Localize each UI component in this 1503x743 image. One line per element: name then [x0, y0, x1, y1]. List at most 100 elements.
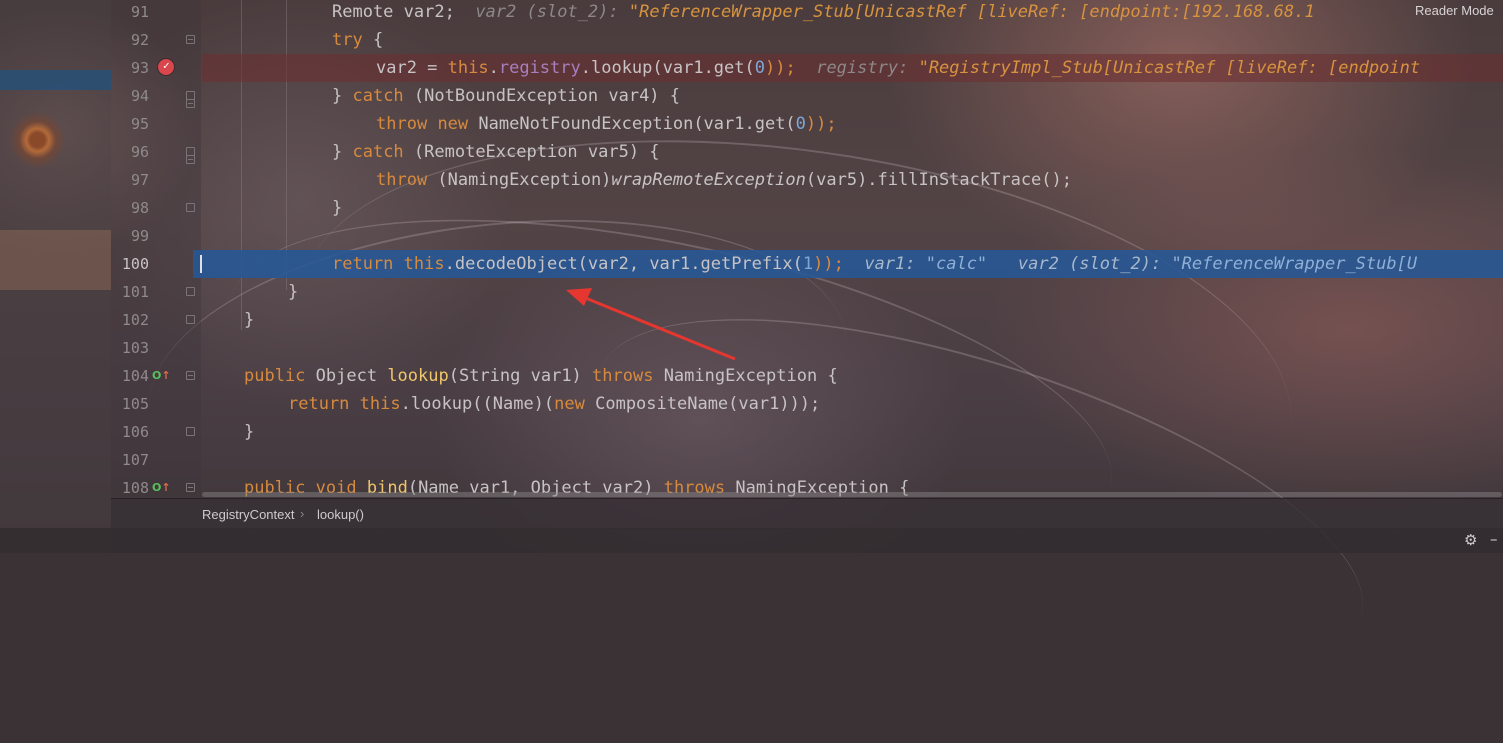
code-text: Remote var2;: [332, 2, 455, 22]
keyword: new: [437, 114, 469, 134]
project-panel-selected-row[interactable]: [0, 70, 111, 90]
code-line-92[interactable]: try {: [202, 26, 1503, 54]
fold-collapse-icon[interactable]: [186, 35, 195, 44]
code-text: ));: [813, 254, 844, 274]
breadcrumb: RegistryContext › lookup(): [111, 498, 1503, 529]
keyword: public: [244, 366, 306, 386]
code-line-100-execution-point[interactable]: return this.decodeObject(var2, var1.getP…: [193, 250, 1503, 278]
code-line-97[interactable]: throw (NamingException)wrapRemoteExcepti…: [202, 166, 1503, 194]
code-line-94[interactable]: } catch (NotBoundException var4) {: [202, 82, 1503, 110]
inline-debug-hint-value: "RegistryImpl_Stub[UnicastRef [liveRef: …: [918, 58, 1421, 78]
gear-icon[interactable]: ⚙: [1464, 531, 1477, 549]
line-number[interactable]: 92: [111, 26, 149, 54]
minimize-icon[interactable]: –: [1490, 530, 1498, 548]
code-text: (RemoteException var5) {: [403, 142, 660, 162]
project-panel-highlight: [0, 230, 111, 290]
code-text: ));: [805, 114, 837, 134]
implements-method-icon[interactable]: O↑: [152, 369, 174, 383]
line-number[interactable]: 101: [111, 278, 149, 306]
breadcrumb-item-method[interactable]: lookup(): [317, 507, 364, 522]
fold-collapse-icon[interactable]: [186, 371, 195, 380]
breakpoint-icon[interactable]: ✓: [158, 59, 174, 75]
fold-collapse-icon[interactable]: [186, 155, 195, 164]
breadcrumb-separator: ›: [300, 506, 305, 521]
fold-end-icon[interactable]: [186, 287, 195, 296]
line-number[interactable]: 97: [111, 166, 149, 194]
code-line-91[interactable]: Remote var2; var2 (slot_2): "ReferenceWr…: [202, 0, 1503, 26]
method-name: lookup: [387, 366, 449, 386]
inline-debug-hint-name: var2 (slot_2):: [1017, 254, 1162, 274]
code-text: }: [332, 142, 353, 162]
keyword: return: [332, 254, 394, 274]
code-text: (var5).fillInStackTrace();: [805, 170, 1072, 190]
code-text: NamingException {: [653, 366, 838, 386]
horizontal-scrollbar[interactable]: [202, 492, 1502, 497]
breadcrumb-item-class[interactable]: RegistryContext: [202, 507, 294, 522]
code-line-103[interactable]: [202, 334, 1503, 362]
code-text: (NamingException): [427, 170, 612, 190]
keyword: throws: [592, 366, 654, 386]
line-number[interactable]: 95: [111, 110, 149, 138]
scrollbar-thumb[interactable]: [202, 492, 1502, 497]
code-text: .lookup((Name)(: [400, 394, 555, 414]
line-number[interactable]: 106: [111, 418, 149, 446]
inline-debug-hint-value: "calc": [925, 254, 988, 274]
implements-method-icon[interactable]: O↑: [152, 481, 174, 495]
code-line-107[interactable]: [202, 446, 1503, 474]
line-number[interactable]: 96: [111, 138, 149, 166]
breakpoint-check-icon: ✓: [163, 59, 170, 72]
field-name: registry: [498, 58, 581, 78]
code-text: }: [332, 198, 343, 218]
code-line-98[interactable]: }: [202, 194, 1503, 222]
code-text: .: [488, 58, 499, 78]
code-line-106[interactable]: }: [202, 418, 1503, 446]
code-text: }: [288, 282, 299, 302]
keyword: catch: [352, 142, 404, 162]
number-literal: 0: [754, 58, 765, 78]
line-number[interactable]: 107: [111, 446, 149, 474]
keyword: this: [403, 254, 445, 274]
code-text: (String var1): [448, 366, 593, 386]
code-text: }: [332, 86, 353, 106]
line-number-current[interactable]: 100: [111, 250, 149, 278]
project-panel[interactable]: [0, 0, 111, 553]
fold-collapse-icon[interactable]: [186, 99, 195, 108]
line-number[interactable]: 104: [111, 362, 149, 390]
keyword: return: [288, 394, 350, 414]
keyword: throw: [376, 114, 428, 134]
keyword: throw: [376, 170, 428, 190]
keyword: this: [359, 394, 401, 414]
inline-debug-hint-value: "ReferenceWrapper_Stub[UnicastRef [liveR…: [628, 2, 1315, 22]
status-bar: ⚙ –: [0, 528, 1503, 553]
code-line-95[interactable]: throw new NameNotFoundException(var1.get…: [202, 110, 1503, 138]
fold-collapse-icon[interactable]: [186, 483, 195, 492]
code-text: Object: [305, 366, 388, 386]
line-number[interactable]: 99: [111, 222, 149, 250]
code-line-96[interactable]: } catch (RemoteException var5) {: [202, 138, 1503, 166]
reader-mode-button[interactable]: Reader Mode: [1415, 3, 1494, 18]
line-number[interactable]: 93: [111, 54, 149, 82]
code-line-99[interactable]: [202, 222, 1503, 250]
fold-end-icon[interactable]: [186, 315, 195, 324]
number-literal: 0: [795, 114, 806, 134]
code-text: .decodeObject(var2, var1.getPrefix(: [444, 254, 803, 274]
line-number[interactable]: 103: [111, 334, 149, 362]
code-line-101[interactable]: }: [202, 278, 1503, 306]
line-number[interactable]: 91: [111, 0, 149, 26]
code-line-104[interactable]: public Object lookup(String var1) throws…: [202, 362, 1503, 390]
line-number[interactable]: 102: [111, 306, 149, 334]
keyword: try: [332, 30, 363, 50]
text-caret: [200, 255, 202, 273]
code-line-93-breakpoint[interactable]: var2 = this.registry.lookup(var1.get(0))…: [202, 54, 1503, 82]
code-line-102[interactable]: }: [202, 306, 1503, 334]
code-line-105[interactable]: return this.lookup((Name)(new CompositeN…: [202, 390, 1503, 418]
fold-end-icon[interactable]: [186, 427, 195, 436]
code-text: }: [244, 310, 255, 330]
line-number[interactable]: 105: [111, 390, 149, 418]
line-number[interactable]: 98: [111, 194, 149, 222]
number-literal: 1: [802, 254, 814, 274]
code-text: CompositeName(var1)));: [584, 394, 821, 414]
fold-end-icon[interactable]: [186, 203, 195, 212]
code-text: NameNotFoundException(var1.get(: [468, 114, 796, 134]
line-number[interactable]: 94: [111, 82, 149, 110]
